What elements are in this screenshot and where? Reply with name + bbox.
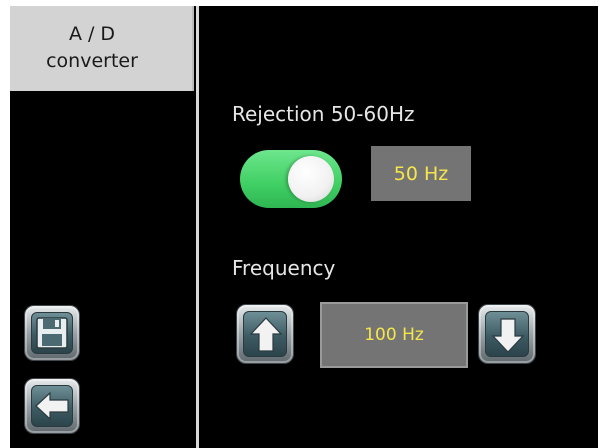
back-button[interactable] [24,378,80,434]
screen: A / D converter Rejection 50-60Hz 50 Hz … [10,6,598,448]
tab-title-line1: A / D [68,23,116,45]
rejection-toggle[interactable] [240,150,342,208]
sidebar: A / D converter [10,6,196,448]
frequency-down-button[interactable] [478,304,536,364]
arrow-down-icon [491,318,525,353]
save-button[interactable] [24,305,80,361]
toggle-knob[interactable] [288,156,334,202]
save-icon [36,317,68,349]
frequency-up-button[interactable] [236,304,294,364]
arrow-up-icon [249,317,283,352]
tab-title-line2: converter [46,50,138,72]
sidebar-divider [196,6,199,448]
frequency-label: Frequency [232,256,336,280]
rejection-value: 50 Hz [371,146,471,201]
back-arrow-icon [35,391,69,421]
rejection-label: Rejection 50-60Hz [232,102,415,126]
tab-ad-converter[interactable]: A / D converter [10,6,194,91]
frequency-value: 100 Hz [320,302,468,368]
